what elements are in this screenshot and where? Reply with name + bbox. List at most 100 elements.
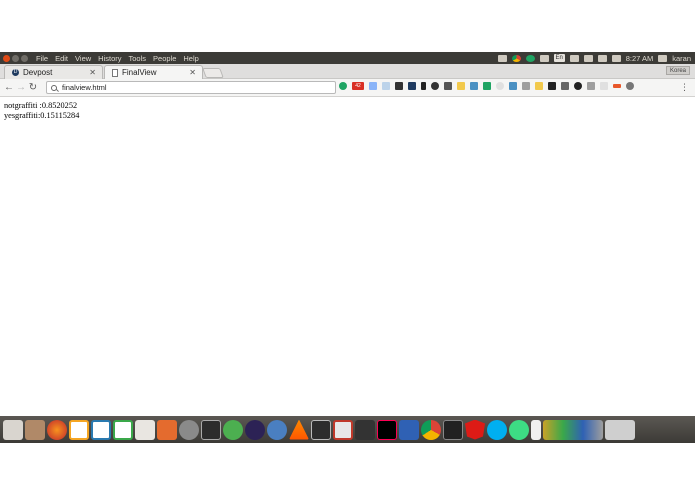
menu-bar: File Edit View History Tools People Help xyxy=(36,54,199,63)
tab-devpost[interactable]: D Devpost ✕ xyxy=(4,65,103,79)
skype-icon[interactable] xyxy=(487,419,507,440)
inkscape-icon[interactable] xyxy=(355,419,375,440)
reload-button[interactable]: ↻ xyxy=(27,82,39,93)
minimize-window-button[interactable] xyxy=(12,54,19,62)
back-button[interactable]: ← xyxy=(3,82,15,93)
extension-icon[interactable] xyxy=(421,82,426,90)
close-tab-icon[interactable]: ✕ xyxy=(89,68,96,77)
extension-icon[interactable] xyxy=(587,82,595,90)
menu-file[interactable]: File xyxy=(36,54,48,63)
hangouts-tray-icon[interactable] xyxy=(525,54,535,62)
extension-icon[interactable] xyxy=(444,82,452,90)
maximize-window-button[interactable] xyxy=(21,54,28,62)
android-studio-icon[interactable] xyxy=(509,419,529,440)
browser-toolbar: ← → ↻ 42 xyxy=(0,79,695,97)
chrome-menu-button[interactable]: ⋮ xyxy=(680,82,689,93)
unity-icon[interactable] xyxy=(223,419,243,440)
extension-icon[interactable] xyxy=(382,82,390,90)
chrome-tray-icon[interactable] xyxy=(511,54,521,62)
extension-icon[interactable] xyxy=(457,82,465,90)
virtualbox-icon[interactable] xyxy=(399,419,419,440)
tab-title: Devpost xyxy=(23,68,53,77)
tab-finalview[interactable]: FinalView ✕ xyxy=(104,65,203,79)
page-favicon-icon xyxy=(112,68,118,77)
menu-tools[interactable]: Tools xyxy=(129,54,147,63)
software-center-icon[interactable] xyxy=(157,419,177,440)
dash-icon[interactable] xyxy=(3,419,23,440)
screen-icon[interactable] xyxy=(497,54,507,62)
extension-icon[interactable] xyxy=(509,82,517,90)
extension-icon[interactable] xyxy=(561,82,569,90)
extension-icon[interactable] xyxy=(483,82,491,90)
extension-icon[interactable] xyxy=(535,82,543,90)
trash-icon[interactable] xyxy=(605,419,635,440)
system-tray: En 8:27 AM karan xyxy=(497,54,691,63)
extension-icon[interactable] xyxy=(470,82,478,90)
close-window-button[interactable] xyxy=(3,54,10,62)
address-bar[interactable] xyxy=(46,81,336,94)
terminal-icon[interactable] xyxy=(311,419,331,440)
menu-people[interactable]: People xyxy=(153,54,176,63)
intellij-icon[interactable] xyxy=(377,419,397,440)
media-icon[interactable] xyxy=(543,419,603,440)
result-line-notgraffiti: notgraffiti :0.8520252 xyxy=(4,101,78,110)
extension-icon[interactable] xyxy=(574,82,582,90)
new-tab-button[interactable] xyxy=(202,68,224,78)
libreoffice-calc-icon[interactable] xyxy=(113,419,133,440)
gear-icon[interactable] xyxy=(658,54,668,62)
menu-help[interactable]: Help xyxy=(183,54,198,63)
profile-button[interactable]: Korea xyxy=(665,66,690,75)
document-viewer-icon[interactable] xyxy=(531,419,541,440)
close-tab-icon[interactable]: ✕ xyxy=(189,68,196,77)
forward-button[interactable]: → xyxy=(15,82,27,93)
user-name[interactable]: karan xyxy=(672,54,691,63)
extension-icon[interactable] xyxy=(496,82,504,90)
extension-icon[interactable] xyxy=(369,82,377,90)
menu-view[interactable]: View xyxy=(75,54,91,63)
chrome-icon[interactable] xyxy=(421,419,441,440)
libreoffice-writer-icon[interactable] xyxy=(69,419,89,440)
extension-icon[interactable] xyxy=(600,82,608,90)
menu-edit[interactable]: Edit xyxy=(55,54,68,63)
bluetooth-icon[interactable] xyxy=(569,54,579,62)
files-icon[interactable] xyxy=(25,419,45,440)
url-input[interactable] xyxy=(62,83,322,92)
clock[interactable]: 8:27 AM xyxy=(626,54,654,63)
tab-strip: D Devpost ✕ FinalView ✕ Korea xyxy=(0,64,695,79)
libreoffice-impress-icon[interactable] xyxy=(91,419,111,440)
menu-history[interactable]: History xyxy=(98,54,121,63)
mail-icon[interactable] xyxy=(583,54,593,62)
libreoffice-icon[interactable] xyxy=(333,419,353,440)
keyboard-layout-indicator[interactable]: En xyxy=(553,54,565,62)
extension-icon[interactable] xyxy=(548,82,556,90)
cloud-icon[interactable] xyxy=(267,419,287,440)
system-monitor-icon[interactable] xyxy=(443,419,463,440)
launcher-dock xyxy=(0,416,695,443)
top-panel: File Edit View History Tools People Help… xyxy=(0,52,695,64)
angular-icon[interactable] xyxy=(465,419,485,440)
extension-icon[interactable] xyxy=(522,82,530,90)
extension-icon[interactable] xyxy=(613,84,621,88)
tab-title: FinalView xyxy=(122,68,157,77)
volume-icon[interactable] xyxy=(611,54,621,62)
vlc-icon[interactable] xyxy=(289,419,309,440)
extension-icon[interactable] xyxy=(626,82,634,90)
result-line-yesgraffiti: yesgraffiti:0.15115284 xyxy=(4,111,80,120)
settings-icon[interactable] xyxy=(179,419,199,440)
wifi-icon[interactable] xyxy=(539,54,549,62)
gmail-extension-icon[interactable]: 42 xyxy=(352,82,364,90)
page-content: notgraffiti :0.8520252 yesgraffiti:0.151… xyxy=(4,101,79,121)
battery-icon[interactable] xyxy=(597,54,607,62)
devpost-favicon-icon: D xyxy=(12,69,19,76)
text-editor-icon[interactable] xyxy=(135,419,155,440)
eclipse-icon[interactable] xyxy=(245,419,265,440)
hangouts-extension-icon[interactable] xyxy=(339,82,347,90)
extension-icons: 42 xyxy=(339,82,634,90)
extension-icon[interactable] xyxy=(395,82,403,90)
search-icon xyxy=(51,84,57,91)
gmail-badge: 42 xyxy=(355,83,361,89)
remote-desktop-icon[interactable] xyxy=(201,419,221,440)
firefox-icon[interactable] xyxy=(47,419,67,440)
clock-extension-icon[interactable] xyxy=(431,82,439,90)
extension-icon[interactable] xyxy=(408,82,416,90)
